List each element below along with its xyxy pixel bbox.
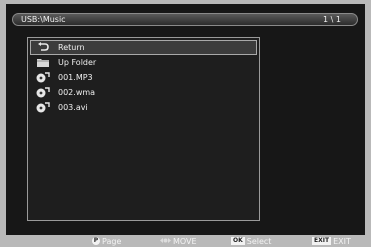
- legend-page: P Page: [92, 236, 121, 246]
- legend-label: Page: [102, 236, 122, 246]
- legend-label: Select: [246, 236, 272, 246]
- legend-select: OK Select: [231, 236, 271, 246]
- media-browser-screen: USB:\Music 1 \ 1 Return Up Folder 001.MP…: [6, 4, 365, 235]
- legend-label: MOVE: [173, 236, 197, 246]
- legend-exit: EXIT EXIT: [312, 236, 351, 246]
- legend-move: MOVE: [160, 236, 197, 246]
- remote-key-legend: P Page MOVE OK Select EXIT EXIT: [0, 235, 371, 247]
- file-list: Return Up Folder 001.MP3 002.wma 003.avi: [30, 40, 257, 115]
- page-indicator: 1 \ 1: [323, 15, 341, 24]
- media-file-icon: [36, 87, 50, 98]
- path-bar: USB:\Music 1 \ 1: [12, 13, 358, 26]
- list-item-label: 002.wma: [58, 88, 96, 97]
- list-item-label: Return: [58, 43, 85, 52]
- folder-icon: [36, 57, 50, 68]
- return-arrow-icon: [36, 42, 50, 53]
- list-item-file[interactable]: 001.MP3: [30, 70, 257, 85]
- page-key-icon: P: [92, 237, 100, 245]
- media-file-icon: [36, 102, 50, 113]
- ok-key-icon: OK: [231, 237, 245, 245]
- list-item-up-folder[interactable]: Up Folder: [30, 55, 257, 70]
- list-item-label: Up Folder: [58, 58, 97, 67]
- list-item-label: 003.avi: [58, 103, 88, 112]
- list-item-label: 001.MP3: [58, 73, 93, 82]
- list-item-file[interactable]: 002.wma: [30, 85, 257, 100]
- list-item-file[interactable]: 003.avi: [30, 100, 257, 115]
- exit-key-icon: EXIT: [312, 237, 332, 245]
- media-file-icon: [36, 72, 50, 83]
- current-path: USB:\Music: [21, 15, 66, 24]
- legend-label: EXIT: [333, 236, 351, 246]
- move-arrows-icon: [160, 236, 171, 247]
- file-list-panel: Return Up Folder 001.MP3 002.wma 003.avi: [27, 37, 260, 221]
- list-item-return[interactable]: Return: [30, 40, 257, 55]
